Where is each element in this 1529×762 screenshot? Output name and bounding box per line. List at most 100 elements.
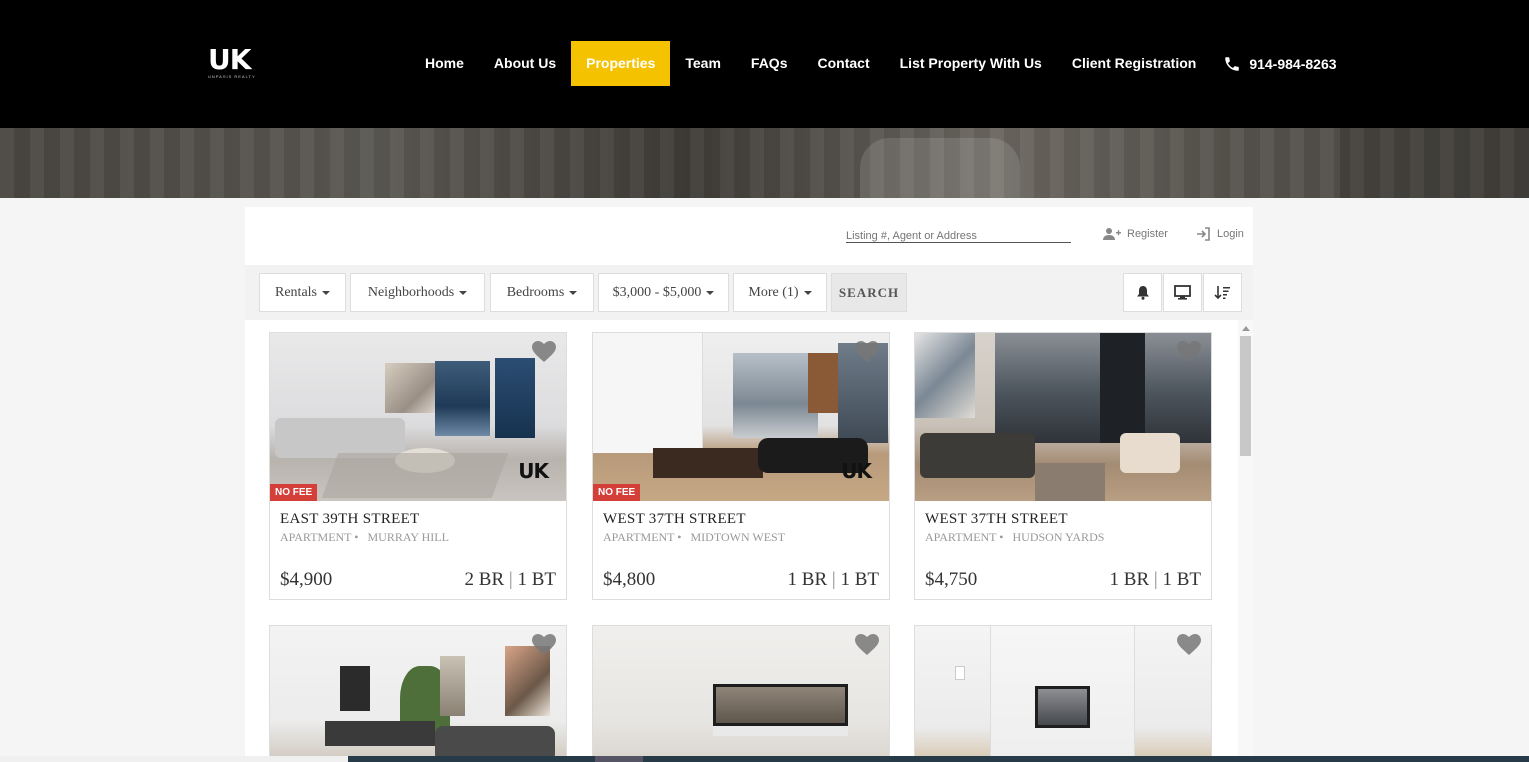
heart-icon[interactable] — [532, 634, 556, 656]
heart-icon[interactable] — [1177, 341, 1201, 363]
listing-card[interactable] — [592, 625, 890, 762]
login-label: Login — [1217, 228, 1244, 240]
listing-beds: 2 BR — [464, 569, 505, 590]
listing-photo[interactable]: UK NO FEE — [270, 333, 566, 501]
sort-button[interactable] — [1203, 273, 1242, 312]
display-mode-button[interactable] — [1163, 273, 1202, 312]
nav-properties[interactable]: Properties — [571, 41, 671, 86]
listing-type: APARTMENT — [603, 530, 675, 544]
scrollbar-thumb[interactable] — [1240, 336, 1251, 456]
listing-card[interactable] — [269, 625, 567, 762]
price-dropdown[interactable]: $3,000 - $5,000 — [598, 273, 729, 312]
listings-panel: Register Login Rentals Neighborhoods Bed… — [245, 207, 1253, 762]
scroll-up-arrow-icon[interactable] — [1242, 326, 1250, 331]
caret-down-icon — [803, 290, 812, 295]
listing-beds: 1 BR — [787, 569, 828, 590]
caret-down-icon — [706, 290, 715, 295]
dot-separator: • — [999, 530, 1004, 544]
phone-icon — [1225, 56, 1240, 71]
listing-address[interactable]: WEST 37TH STREET — [603, 511, 879, 528]
filter-bar: Rentals Neighborhoods Bedrooms $3,000 - … — [245, 265, 1253, 320]
caret-down-icon — [459, 290, 468, 295]
listings-scrollbar[interactable] — [1238, 320, 1253, 762]
listing-photo[interactable] — [915, 333, 1211, 501]
nav-contact[interactable]: Contact — [803, 41, 885, 86]
hero-banner-image — [0, 128, 1529, 198]
listing-baths: 1 BT — [840, 569, 879, 590]
more-label: More (1) — [748, 284, 799, 300]
phone-number: 914-984-8263 — [1249, 55, 1337, 72]
bell-icon — [1136, 286, 1149, 300]
listing-price: $4,900 — [280, 569, 333, 590]
rentals-dropdown[interactable]: Rentals — [259, 273, 346, 312]
heart-icon[interactable] — [855, 341, 879, 363]
neighborhoods-dropdown[interactable]: Neighborhoods — [350, 273, 485, 312]
nav-client-registration[interactable]: Client Registration — [1057, 41, 1211, 86]
caret-down-icon — [569, 290, 578, 295]
logo-subtitle: UNPASIS REALTY — [208, 74, 256, 79]
search-button[interactable]: SEARCH — [831, 273, 907, 312]
listing-type: APARTMENT — [925, 530, 997, 544]
add-user-icon — [1103, 228, 1121, 240]
nav-list-property[interactable]: List Property With Us — [885, 41, 1057, 86]
listing-photo[interactable] — [915, 626, 1211, 762]
dot-separator: • — [677, 530, 682, 544]
listing-rooms: 1 BR | 1 BT — [788, 569, 879, 591]
phone-link[interactable]: 914-984-8263 — [1223, 55, 1337, 73]
price-label: $3,000 - $5,000 — [612, 284, 702, 300]
rentals-label: Rentals — [275, 284, 317, 300]
login-icon — [1197, 227, 1210, 241]
listing-neighborhood: HUDSON YARDS — [1012, 530, 1105, 544]
nav-home[interactable]: Home — [410, 41, 479, 86]
heart-icon[interactable] — [532, 341, 556, 363]
listing-card[interactable] — [914, 625, 1212, 762]
no-fee-badge: NO FEE — [593, 484, 641, 501]
listing-address[interactable]: WEST 37TH STREET — [925, 511, 1201, 528]
sort-icon — [1214, 286, 1230, 300]
listing-neighborhood: MURRAY HILL — [367, 530, 449, 544]
bedrooms-dropdown[interactable]: Bedrooms — [490, 273, 594, 312]
listing-neighborhood: MIDTOWN WEST — [690, 530, 786, 544]
alert-button[interactable] — [1123, 273, 1162, 312]
pipe-separator: | — [831, 569, 836, 590]
main-nav: Home About Us Properties Team FAQs Conta… — [410, 41, 1337, 86]
heart-icon[interactable] — [1177, 634, 1201, 656]
bedrooms-label: Bedrooms — [506, 284, 565, 300]
listing-address[interactable]: EAST 39TH STREET — [280, 511, 556, 528]
listing-card[interactable]: WEST 37TH STREET APARTMENT • HUDSON YARD… — [914, 332, 1212, 600]
listing-baths: 1 BT — [517, 569, 556, 590]
dot-separator: • — [354, 530, 359, 544]
listing-rooms: 1 BR | 1 BT — [1110, 569, 1201, 591]
login-link[interactable]: Login — [1196, 227, 1244, 241]
pipe-separator: | — [1153, 569, 1158, 590]
listing-price: $4,800 — [603, 569, 656, 590]
register-link[interactable]: Register — [1103, 227, 1168, 241]
listing-type: APARTMENT — [280, 530, 352, 544]
caret-down-icon — [322, 290, 330, 295]
logo-mark: UK — [208, 43, 251, 76]
listing-meta: APARTMENT • HUDSON YARDS — [925, 530, 1201, 545]
heart-icon[interactable] — [855, 634, 879, 656]
listing-meta: APARTMENT • MIDTOWN WEST — [603, 530, 879, 545]
logo-watermark: UK — [518, 459, 549, 483]
register-label: Register — [1127, 228, 1168, 240]
nav-about-us[interactable]: About Us — [479, 41, 571, 86]
more-dropdown[interactable]: More (1) — [733, 273, 827, 312]
pipe-separator: | — [508, 569, 513, 590]
monitor-icon — [1174, 285, 1191, 300]
listing-photo[interactable]: UK NO FEE — [593, 333, 889, 501]
nav-faqs[interactable]: FAQs — [736, 41, 803, 86]
listing-photo[interactable] — [270, 626, 566, 762]
top-navigation-bar: UK UNPASIS REALTY Home About Us Properti… — [0, 0, 1529, 128]
logo-watermark: UK — [841, 459, 872, 483]
listing-search-input[interactable] — [846, 229, 1071, 243]
listing-rooms: 2 BR | 1 BT — [465, 569, 556, 591]
listing-meta: APARTMENT • MURRAY HILL — [280, 530, 556, 545]
listing-card[interactable]: UK NO FEE WEST 37TH STREET APARTMENT • M… — [592, 332, 890, 600]
neighborhoods-label: Neighborhoods — [367, 284, 455, 300]
browser-bottom-strip — [0, 756, 1529, 762]
listing-photo[interactable] — [593, 626, 889, 762]
nav-team[interactable]: Team — [670, 41, 736, 86]
listing-card[interactable]: UK NO FEE EAST 39TH STREET APARTMENT • M… — [269, 332, 567, 600]
site-logo[interactable]: UK UNPASIS REALTY — [208, 46, 260, 84]
